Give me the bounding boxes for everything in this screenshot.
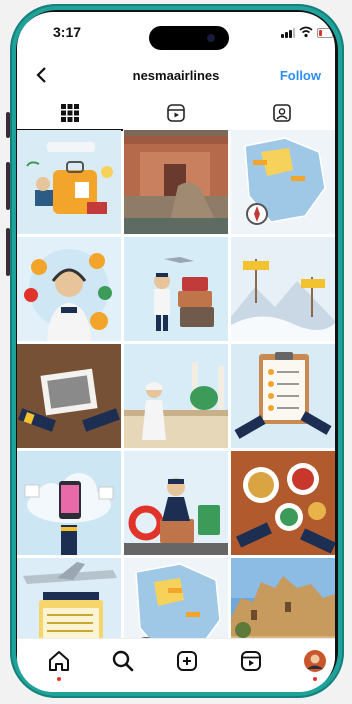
home-icon xyxy=(49,651,69,671)
camera-icon xyxy=(207,34,215,42)
post-image-luggage xyxy=(17,130,121,234)
status-time: 3:17 xyxy=(53,24,82,40)
post-tile[interactable] xyxy=(17,237,121,341)
post-image-signposts xyxy=(231,237,335,341)
follow-button[interactable]: Follow xyxy=(280,68,321,83)
post-image-call-center xyxy=(17,237,121,341)
bottom-nav xyxy=(17,638,335,692)
tagged-icon xyxy=(273,104,291,122)
wifi-icon xyxy=(299,26,313,38)
status-bar: 3:17 xyxy=(17,12,335,52)
post-tile[interactable] xyxy=(231,451,335,555)
post-tile[interactable] xyxy=(231,344,335,448)
post-image-pilot-luggage xyxy=(124,237,228,341)
battery-icon xyxy=(317,28,333,38)
post-image-pilot-lifebuoy xyxy=(124,451,228,555)
post-image-museum xyxy=(124,130,228,234)
post-tile[interactable] xyxy=(17,130,121,234)
post-tile[interactable] xyxy=(124,130,228,234)
post-image-food xyxy=(231,451,335,555)
search-icon xyxy=(112,650,134,672)
signal-icon xyxy=(281,28,295,38)
post-image-map xyxy=(231,130,335,234)
notification-dot xyxy=(57,677,61,681)
dynamic-island xyxy=(149,26,229,50)
profile-tabs xyxy=(17,96,335,131)
nav-profile[interactable] xyxy=(303,649,327,681)
post-tile[interactable] xyxy=(124,451,228,555)
post-tile[interactable] xyxy=(124,344,228,448)
tab-reels[interactable] xyxy=(123,96,229,130)
post-image-mosque xyxy=(124,344,228,448)
profile-avatar xyxy=(304,650,326,672)
post-image-checklist xyxy=(231,344,335,448)
grid-icon xyxy=(61,104,79,122)
reels-tab-icon xyxy=(167,104,185,122)
post-tile[interactable] xyxy=(17,344,121,448)
create-icon xyxy=(177,651,197,671)
post-tile[interactable] xyxy=(231,130,335,234)
nav-reels[interactable] xyxy=(239,649,263,673)
post-image-cloud-phone xyxy=(17,451,121,555)
notification-dot xyxy=(313,677,317,681)
profile-header: nesmaairlines Follow xyxy=(17,58,335,94)
app-screen: 3:17 nesmaairlines Follow xyxy=(17,12,335,692)
nav-create[interactable] xyxy=(175,649,199,673)
tab-tagged[interactable] xyxy=(229,96,335,130)
post-tile[interactable] xyxy=(231,237,335,341)
tab-posts-grid[interactable] xyxy=(17,96,123,131)
post-tile[interactable] xyxy=(124,237,228,341)
nav-search[interactable] xyxy=(111,649,135,673)
nav-home[interactable] xyxy=(47,649,71,681)
post-image-photo-frame xyxy=(17,344,121,448)
post-tile[interactable] xyxy=(17,451,121,555)
reels-icon xyxy=(241,651,261,671)
